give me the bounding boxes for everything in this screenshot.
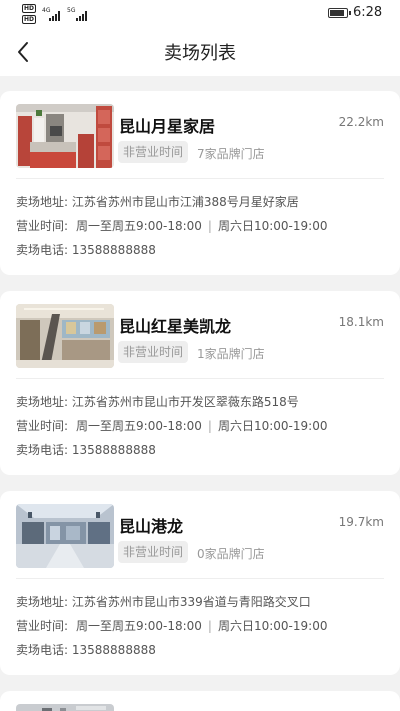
store-image bbox=[16, 704, 114, 711]
phone-line: 卖场电话: 13588888888 bbox=[16, 641, 156, 658]
hours-weekend: 周六日10:00-19:00 bbox=[217, 219, 328, 233]
phone-label: 卖场电话: bbox=[16, 643, 69, 657]
status-badge: 非营业时间 bbox=[118, 541, 189, 563]
store-card[interactable]: 昆山红星美凯龙 18.1km 非营业时间 1家品牌门店 卖场地址: 江苏省苏州市… bbox=[0, 291, 400, 475]
hours-weekday: 周一至周五9:00-18:00 bbox=[76, 619, 202, 633]
hours-label: 营业时间: bbox=[16, 419, 69, 433]
address-value: 江苏省苏州市昆山市江浦388号月星好家居 bbox=[71, 195, 299, 209]
status-time: 6:28 bbox=[353, 5, 383, 20]
status-bar: HD HD 4G 5G 6:28 bbox=[0, 0, 400, 28]
store-name: 昆山港龙 bbox=[119, 517, 184, 536]
address-line: 卖场地址: 江苏省苏州市昆山市339省道与青阳路交叉口 bbox=[16, 593, 311, 610]
separator: | bbox=[207, 219, 212, 233]
phone-value[interactable]: 13588888888 bbox=[72, 443, 156, 457]
address-line: 卖场地址: 江苏省苏州市昆山市开发区翠薇东路518号 bbox=[16, 393, 299, 410]
store-image bbox=[16, 304, 114, 368]
address-label: 卖场地址: bbox=[16, 195, 69, 209]
hours-label: 营业时间: bbox=[16, 619, 69, 633]
store-distance: 22.2km bbox=[338, 115, 384, 129]
network-type-2: 5G bbox=[67, 7, 76, 14]
hours-label: 营业时间: bbox=[16, 219, 69, 233]
phone-line: 卖场电话: 13588888888 bbox=[16, 241, 156, 258]
nav-bar: 卖场列表 bbox=[0, 28, 400, 76]
address-value: 江苏省苏州市昆山市开发区翠薇东路518号 bbox=[71, 395, 299, 409]
hd-indicator: HD bbox=[22, 4, 37, 13]
store-image bbox=[16, 104, 114, 168]
signal-icon bbox=[49, 11, 60, 21]
hours-weekend: 周六日10:00-19:00 bbox=[217, 419, 328, 433]
hours-line: 营业时间: 周一至周五9:00-18:00 | 周六日10:00-19:00 bbox=[16, 617, 327, 634]
address-label: 卖场地址: bbox=[16, 595, 69, 609]
status-badge: 非营业时间 bbox=[118, 341, 189, 363]
phone-label: 卖场电话: bbox=[16, 243, 69, 257]
store-image bbox=[16, 504, 114, 568]
phone-value[interactable]: 13588888888 bbox=[72, 243, 156, 257]
battery-icon bbox=[328, 8, 351, 18]
store-distance: 19.7km bbox=[338, 515, 384, 529]
address-label: 卖场地址: bbox=[16, 395, 69, 409]
hours-weekday: 周一至周五9:00-18:00 bbox=[76, 219, 202, 233]
signal-icon-2 bbox=[76, 11, 87, 21]
hours-weekend: 周六日10:00-19:00 bbox=[217, 619, 328, 633]
page-title: 卖场列表 bbox=[164, 43, 236, 64]
divider bbox=[16, 378, 384, 379]
address-line: 卖场地址: 江苏省苏州市昆山市江浦388号月星好家居 bbox=[16, 193, 299, 210]
store-card[interactable]: 昆山港龙 19.7km 非营业时间 0家品牌门店 卖场地址: 江苏省苏州市昆山市… bbox=[0, 491, 400, 675]
brand-count: 0家品牌门店 bbox=[197, 547, 265, 561]
phone-value[interactable]: 13588888888 bbox=[72, 643, 156, 657]
store-distance: 18.1km bbox=[338, 315, 384, 329]
status-badge: 非营业时间 bbox=[118, 141, 189, 163]
separator: | bbox=[207, 619, 212, 633]
hd-indicator-2: HD bbox=[22, 15, 37, 24]
store-name: 昆山月星家居 bbox=[119, 117, 216, 136]
hours-line: 营业时间: 周一至周五9:00-18:00 | 周六日10:00-19:00 bbox=[16, 417, 327, 434]
store-card[interactable]: 昆山月星家居 22.2km 非营业时间 7家品牌门店 卖场地址: 江苏省苏州市昆… bbox=[0, 91, 400, 275]
divider bbox=[16, 578, 384, 579]
divider bbox=[16, 178, 384, 179]
address-value: 江苏省苏州市昆山市339省道与青阳路交叉口 bbox=[71, 595, 311, 609]
brand-count: 1家品牌门店 bbox=[197, 347, 265, 361]
store-card-partial[interactable] bbox=[0, 691, 400, 711]
store-name: 昆山红星美凯龙 bbox=[119, 317, 232, 336]
hours-weekday: 周一至周五9:00-18:00 bbox=[76, 419, 202, 433]
phone-label: 卖场电话: bbox=[16, 443, 69, 457]
separator: | bbox=[207, 419, 212, 433]
phone-line: 卖场电话: 13588888888 bbox=[16, 441, 156, 458]
brand-count: 7家品牌门店 bbox=[197, 147, 265, 161]
hours-line: 营业时间: 周一至周五9:00-18:00 | 周六日10:00-19:00 bbox=[16, 217, 327, 234]
